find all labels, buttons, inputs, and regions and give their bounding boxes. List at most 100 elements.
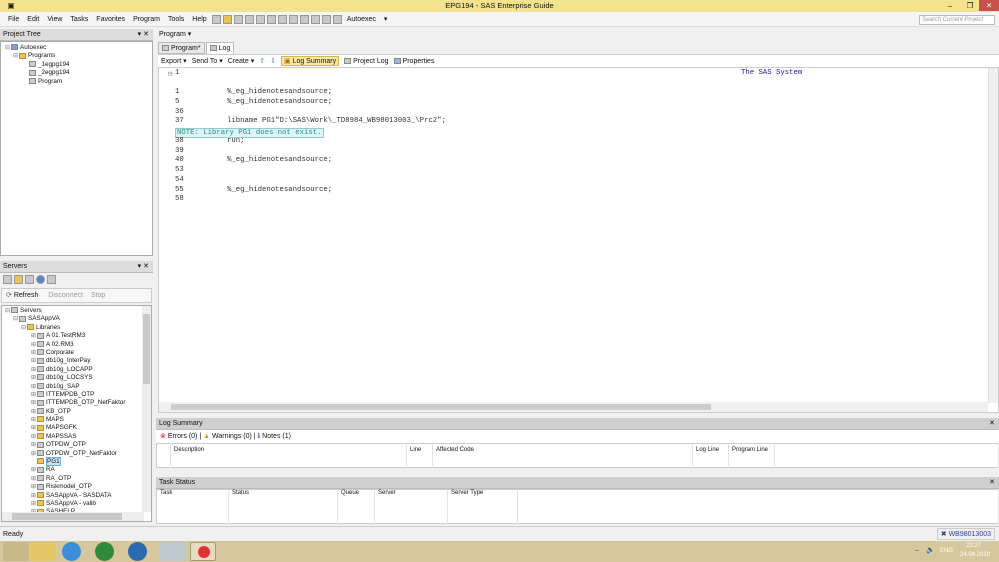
tree-item-library[interactable]: ⊞ db10g_SAP <box>5 383 148 391</box>
tree-item-library[interactable]: ⊞ RA_OTP <box>5 475 148 483</box>
view-icon[interactable] <box>25 275 34 284</box>
column-header[interactable]: Description <box>170 443 407 456</box>
save-icon[interactable] <box>233 14 243 24</box>
tree-item-program[interactable]: _1egpg194 <box>5 61 148 69</box>
app-icon[interactable] <box>95 542 114 561</box>
tree-item-library[interactable]: ⊞ ITTEMPDB_OTP_NetFaktor <box>5 399 148 407</box>
log-summary-button[interactable]: ▣ Log Summary <box>280 56 340 66</box>
sas-eg-taskbar-button[interactable] <box>190 542 216 561</box>
tree-item-program[interactable]: _2egpg194 <box>5 69 148 77</box>
properties-icon[interactable] <box>47 275 56 284</box>
column-header[interactable]: Line <box>406 443 433 456</box>
maximize-button[interactable]: ❐ <box>961 0 979 11</box>
column-header[interactable]: Server Type <box>447 489 518 524</box>
properties-button[interactable]: Properties <box>393 58 434 65</box>
export-menu[interactable]: Export ▾ <box>161 57 187 65</box>
tree-item-library[interactable]: ⊞ MAPS <box>5 416 148 424</box>
autoexec-dropdown-icon[interactable]: ▾ <box>384 15 388 23</box>
open-icon[interactable] <box>222 14 232 24</box>
tree-item-library[interactable]: ⊞ db10g_LOCAPP <box>5 366 148 374</box>
server-icon[interactable] <box>3 275 12 284</box>
errors-filter[interactable]: ⊗ Errors (0) <box>160 433 197 440</box>
tab-program[interactable]: Program* <box>158 42 205 54</box>
arrow-up-icon[interactable]: ⇧ <box>259 57 265 65</box>
tree-item-library[interactable]: PG1 <box>5 457 148 467</box>
column-header[interactable]: Program Line <box>728 443 775 456</box>
save-all-icon[interactable] <box>244 14 254 24</box>
menu-program[interactable]: Program <box>133 16 160 23</box>
tree-item-library[interactable]: ⊞ MAPSSAS <box>5 433 148 441</box>
project-log-button[interactable]: Project Log <box>344 58 389 65</box>
tree-item-library[interactable]: ⊞ db10g_InterPay <box>5 357 148 365</box>
tree-item-program[interactable]: Program <box>5 78 148 86</box>
new-icon[interactable] <box>211 14 221 24</box>
column-header[interactable]: Log Line <box>692 443 729 456</box>
warnings-filter[interactable]: ▲ Warnings (0) <box>203 433 252 440</box>
menu-help[interactable]: Help <box>192 16 206 23</box>
start-button[interactable] <box>3 542 29 561</box>
tree-item-library[interactable]: ⊞ OTPDW_OTP <box>5 441 148 449</box>
redo-icon[interactable] <box>321 14 331 24</box>
menu-edit[interactable]: Edit <box>27 16 39 23</box>
horizontal-scrollbar[interactable] <box>2 512 144 521</box>
refresh-button[interactable]: Refresh <box>14 292 39 299</box>
tree-item-library[interactable]: ⊞ ITTEMPDB_OTP <box>5 391 148 399</box>
tree-item-libraries[interactable]: ⊟ Libraries <box>5 324 148 332</box>
copy-icon[interactable] <box>277 14 287 24</box>
close-button[interactable]: ✕ <box>979 0 999 11</box>
column-header[interactable]: Task <box>156 489 229 524</box>
log-viewer[interactable]: ⊟ 1 The SAS System 1 %_eg_hidenotesandsou… <box>158 67 999 413</box>
stop-button[interactable]: Stop <box>91 292 105 299</box>
tab-log[interactable]: Log <box>205 42 235 54</box>
horizontal-scrollbar[interactable] <box>159 402 988 412</box>
send-to-menu[interactable]: Send To ▾ <box>192 57 223 65</box>
tree-item-library[interactable]: ⊞ RA <box>5 466 148 474</box>
vertical-scrollbar[interactable] <box>988 68 998 403</box>
minimize-button[interactable]: – <box>941 0 959 11</box>
close-icon[interactable]: ✕ <box>989 418 995 430</box>
tree-item-library[interactable]: ⊞ A 02.RM3 <box>5 341 148 349</box>
ie-icon[interactable] <box>62 542 81 561</box>
app-icon[interactable] <box>128 542 147 561</box>
paste-icon[interactable] <box>288 14 298 24</box>
tree-item-library[interactable]: ⊞ MAPSGFK <box>5 424 148 432</box>
tree-item-library[interactable]: ⊞ A 01.TestRM3 <box>5 332 148 340</box>
collapse-icon[interactable]: ⊟ <box>168 69 172 79</box>
tree-item-library[interactable]: ⊞ Riskmodel_OTP <box>5 483 148 491</box>
close-icon[interactable]: ▾ ✕ <box>138 29 149 41</box>
tree-item-library[interactable]: ⊞ KB_OTP <box>5 408 148 416</box>
chevron-down-icon[interactable]: ▾ <box>188 31 192 38</box>
clock-date[interactable]: 24.04.2020 <box>960 552 990 558</box>
menu-tools[interactable]: Tools <box>168 16 184 23</box>
column-header[interactable]: Server <box>374 489 448 524</box>
close-icon[interactable]: ▾ ✕ <box>138 261 149 273</box>
menu-view[interactable]: View <box>47 16 62 23</box>
column-header[interactable]: Affected Code <box>432 443 693 456</box>
create-menu[interactable]: Create ▾ <box>228 57 254 65</box>
cut-icon[interactable] <box>266 14 276 24</box>
menu-file[interactable]: File <box>8 16 19 23</box>
column-header[interactable]: Status <box>228 489 338 524</box>
language-indicator[interactable]: ENG <box>940 548 953 554</box>
tree-item-library[interactable]: ⊞ db10g_LOCSYS <box>5 374 148 382</box>
tree-item-library[interactable]: ⊞ Corporate <box>5 349 148 357</box>
search-input[interactable]: Search Current Project <box>919 15 995 25</box>
autoexec-button[interactable]: Autoexec <box>347 16 376 23</box>
menu-tasks[interactable]: Tasks <box>70 16 88 23</box>
app-icon[interactable] <box>160 542 186 561</box>
tree-item-programs[interactable]: ⊟ Programs <box>5 52 148 60</box>
network-icon[interactable]: – <box>915 547 919 554</box>
menu-favorites[interactable]: Favorites <box>96 16 125 23</box>
column-header[interactable]: Queue <box>337 489 375 524</box>
disconnect-button[interactable]: Disconnect <box>48 292 83 299</box>
close-icon[interactable]: ✕ <box>989 477 995 489</box>
clock-time[interactable]: 23:27 <box>966 543 981 549</box>
tree-item-servers[interactable]: ⊟ Servers <box>5 307 148 315</box>
notes-filter[interactable]: ℹ Notes (1) <box>258 433 291 440</box>
arrow-down-icon[interactable]: ⇩ <box>270 57 276 65</box>
vertical-scrollbar[interactable] <box>142 306 151 512</box>
tree-item-library[interactable]: ⊞ SASAppVA - valib <box>5 500 148 508</box>
explorer-icon[interactable] <box>30 542 56 561</box>
window-icon[interactable] <box>332 14 342 24</box>
tree-item-library[interactable]: ⊞ OTPDW_OTP_NetFaktor <box>5 450 148 458</box>
